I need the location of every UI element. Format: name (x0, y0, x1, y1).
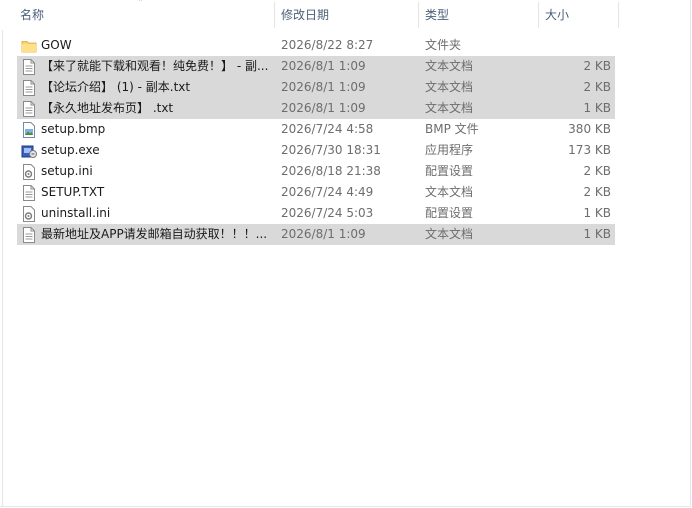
text-file-icon (21, 224, 37, 245)
image-file-icon (21, 119, 37, 140)
column-divider[interactable] (274, 2, 275, 28)
settings-file-icon (21, 161, 37, 182)
file-modified: 2026/7/30 18:31 (281, 143, 381, 157)
sort-ascending-icon: ˄ (138, 0, 143, 9)
settings-file-icon (21, 203, 37, 224)
column-divider[interactable] (418, 2, 419, 28)
file-row[interactable]: 【来了就能下载和观看！纯免费！】 - 副... 2026/8/1 1:09 文本文档… (17, 56, 615, 77)
installer-icon (21, 140, 37, 161)
file-size: 2 KB (583, 164, 611, 178)
file-type: 应用程序 (425, 143, 474, 157)
folder-icon (21, 35, 37, 56)
file-size: 173 KB (568, 143, 611, 157)
file-row[interactable]: 【永久地址发布页】 .txt 2026/8/1 1:09 文本文档 1 KB (17, 98, 615, 119)
file-name: 【论坛介绍】 (1) - 副本.txt (41, 80, 191, 94)
file-type: 文本文档 (425, 59, 474, 73)
file-row[interactable]: GOW 2026/8/22 8:27 文件夹 (17, 35, 615, 56)
pane-edge (2, 30, 3, 507)
file-size: 1 KB (583, 206, 611, 220)
file-type: 文本文档 (425, 80, 474, 94)
file-row[interactable]: uninstall.ini 2026/7/24 5:03 配置设置 1 KB (17, 203, 615, 224)
file-type: 配置设置 (425, 206, 474, 220)
column-header-name[interactable]: 名称 (16, 0, 274, 30)
file-list: GOW 2026/8/22 8:27 文件夹【来了就能下载和观看！纯免费！】 - 副… (17, 35, 615, 245)
file-size: 380 KB (568, 122, 611, 136)
file-modified: 2026/8/22 8:27 (281, 38, 374, 52)
text-file-icon (21, 77, 37, 98)
file-row[interactable]: setup.bmp 2026/7/24 4:58 BMP 文件 380 KB (17, 119, 615, 140)
file-modified: 2026/8/18 21:38 (281, 164, 381, 178)
column-header-type[interactable]: 类型 (421, 0, 539, 30)
file-row[interactable]: 【论坛介绍】 (1) - 副本.txt 2026/8/1 1:09 文本文档 2 KB (17, 77, 615, 98)
file-modified: 2026/8/1 1:09 (281, 59, 366, 73)
file-modified: 2026/7/24 4:49 (281, 185, 374, 199)
file-modified: 2026/7/24 5:03 (281, 206, 374, 220)
file-name: setup.exe (41, 143, 100, 157)
file-name: GOW (41, 38, 72, 52)
column-header-bar: 名称 ˄ 修改日期 类型 大小 (0, 0, 620, 30)
file-size (541, 35, 611, 56)
file-modified: 2026/7/24 4:58 (281, 122, 374, 136)
file-row[interactable]: SETUP.TXT 2026/7/24 4:49 文本文档 2 KB (17, 182, 615, 203)
file-row[interactable]: setup.ini 2026/8/18 21:38 配置设置 2 KB (17, 161, 615, 182)
text-file-icon (21, 98, 37, 119)
file-name: 【永久地址发布页】 .txt (41, 101, 174, 115)
file-name: 最新地址及APP请发邮箱自动获取！！！... (41, 227, 268, 241)
file-name: setup.bmp (41, 122, 106, 136)
file-row[interactable]: setup.exe 2026/7/30 18:31 应用程序 173 KB (17, 140, 615, 161)
column-divider[interactable] (618, 2, 619, 28)
file-modified: 2026/8/1 1:09 (281, 80, 366, 94)
file-name: SETUP.TXT (41, 185, 105, 199)
file-type: 文件夹 (425, 38, 462, 52)
file-type: BMP 文件 (425, 122, 479, 136)
file-name: uninstall.ini (41, 206, 111, 220)
file-size: 1 KB (583, 227, 611, 241)
file-name: 【来了就能下载和观看！纯免费！】 - 副... (41, 59, 269, 73)
file-size: 2 KB (583, 59, 611, 73)
file-name: setup.ini (41, 164, 93, 178)
file-type: 文本文档 (425, 185, 474, 199)
column-divider[interactable] (538, 2, 539, 28)
column-header-modified[interactable]: 修改日期 (277, 0, 418, 30)
column-header-size[interactable]: 大小 (541, 0, 619, 30)
file-modified: 2026/8/1 1:09 (281, 227, 366, 241)
text-file-icon (21, 56, 37, 77)
file-type: 配置设置 (425, 164, 474, 178)
file-row[interactable]: 最新地址及APP请发邮箱自动获取！！！... 2026/8/1 1:09 文本文档 1… (17, 224, 615, 245)
file-type: 文本文档 (425, 227, 474, 241)
file-size: 1 KB (583, 101, 611, 115)
file-size: 2 KB (583, 185, 611, 199)
text-file-icon (21, 182, 37, 203)
file-modified: 2026/8/1 1:09 (281, 101, 366, 115)
file-type: 文本文档 (425, 101, 474, 115)
file-size: 2 KB (583, 80, 611, 94)
